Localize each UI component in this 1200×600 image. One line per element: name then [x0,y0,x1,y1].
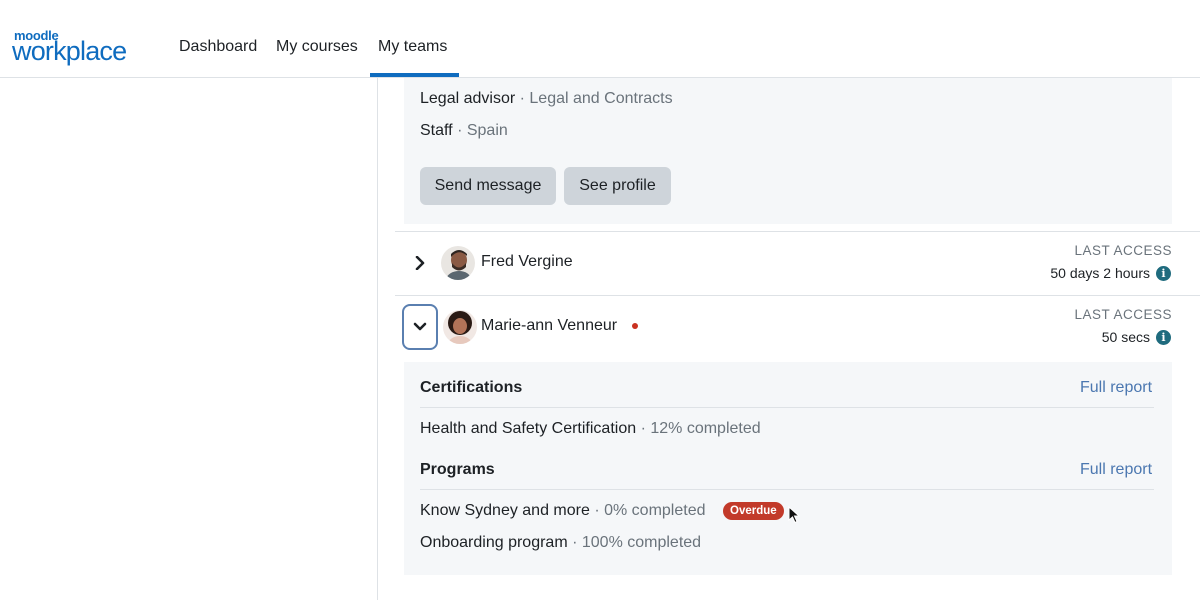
info-icon[interactable]: i [1156,266,1171,281]
active-tab-indicator [370,73,459,77]
programs-full-report-link[interactable]: Full report [1080,461,1152,479]
certifications-full-report-link[interactable]: Full report [1080,379,1152,397]
list-item: Know Sydney and more · 0% completed [420,502,706,520]
last-access-label: LAST ACCESS [1074,243,1172,258]
chevron-right-icon [415,256,425,270]
top-navbar: moodle workplace Dashboard My courses My… [0,0,1200,78]
expand-user-fred-button[interactable] [410,252,430,274]
programs-heading: Programs [420,461,495,478]
collapse-user-marie-button[interactable] [402,304,438,350]
certification-name: Health and Safety Certification [420,420,637,437]
role-line: Staff · Spain [420,122,508,140]
section-divider [420,407,1154,408]
online-status-dot [632,323,638,329]
avatar[interactable] [441,246,475,280]
overdue-badge: Overdue [723,502,784,520]
user-name-marie[interactable]: Marie-ann Venneur [481,317,617,335]
last-access-value: 50 days 2 hours [1050,265,1150,281]
separator: · [640,420,646,437]
separator: · [519,90,525,107]
program-progress: 0% completed [604,502,706,519]
position-department: Legal and Contracts [529,90,673,107]
last-access-label: LAST ACCESS [1074,307,1172,322]
nav-dashboard[interactable]: Dashboard [179,38,257,56]
certification-progress: 12% completed [650,420,761,437]
mouse-pointer-icon [788,506,800,524]
program-name: Onboarding program [420,534,568,551]
section-divider [420,489,1154,490]
last-access-value: 50 secs [1101,329,1150,345]
avatar[interactable] [443,310,477,344]
separator: · [457,122,463,139]
separator: · [572,534,578,551]
separator: · [594,502,600,519]
avatar-marie-image [443,310,477,344]
content-column-border [377,78,378,600]
row-divider [395,295,1200,296]
send-message-button[interactable]: Send message [420,167,556,205]
list-item: Health and Safety Certification · 12% co… [420,420,761,438]
location: Spain [466,122,508,139]
row-divider [395,231,1200,232]
logo-text-bottom: workplace [12,36,127,66]
info-icon[interactable]: i [1156,330,1171,345]
moodle-workplace-logo[interactable]: moodle workplace [12,28,137,68]
position-line: Legal advisor · Legal and Contracts [420,90,673,108]
position-title: Legal advisor [420,90,516,107]
avatar-fred-image [441,246,475,280]
user-name-fred[interactable]: Fred Vergine [481,253,573,271]
role: Staff [420,122,453,139]
see-profile-button[interactable]: See profile [564,167,671,205]
list-item: Onboarding program · 100% completed [420,534,701,552]
program-progress: 100% completed [581,534,702,551]
nav-my-courses[interactable]: My courses [276,38,358,56]
nav-my-teams[interactable]: My teams [378,38,447,56]
chevron-down-icon [413,322,427,331]
certifications-heading: Certifications [420,379,523,396]
program-name: Know Sydney and more [420,502,590,519]
